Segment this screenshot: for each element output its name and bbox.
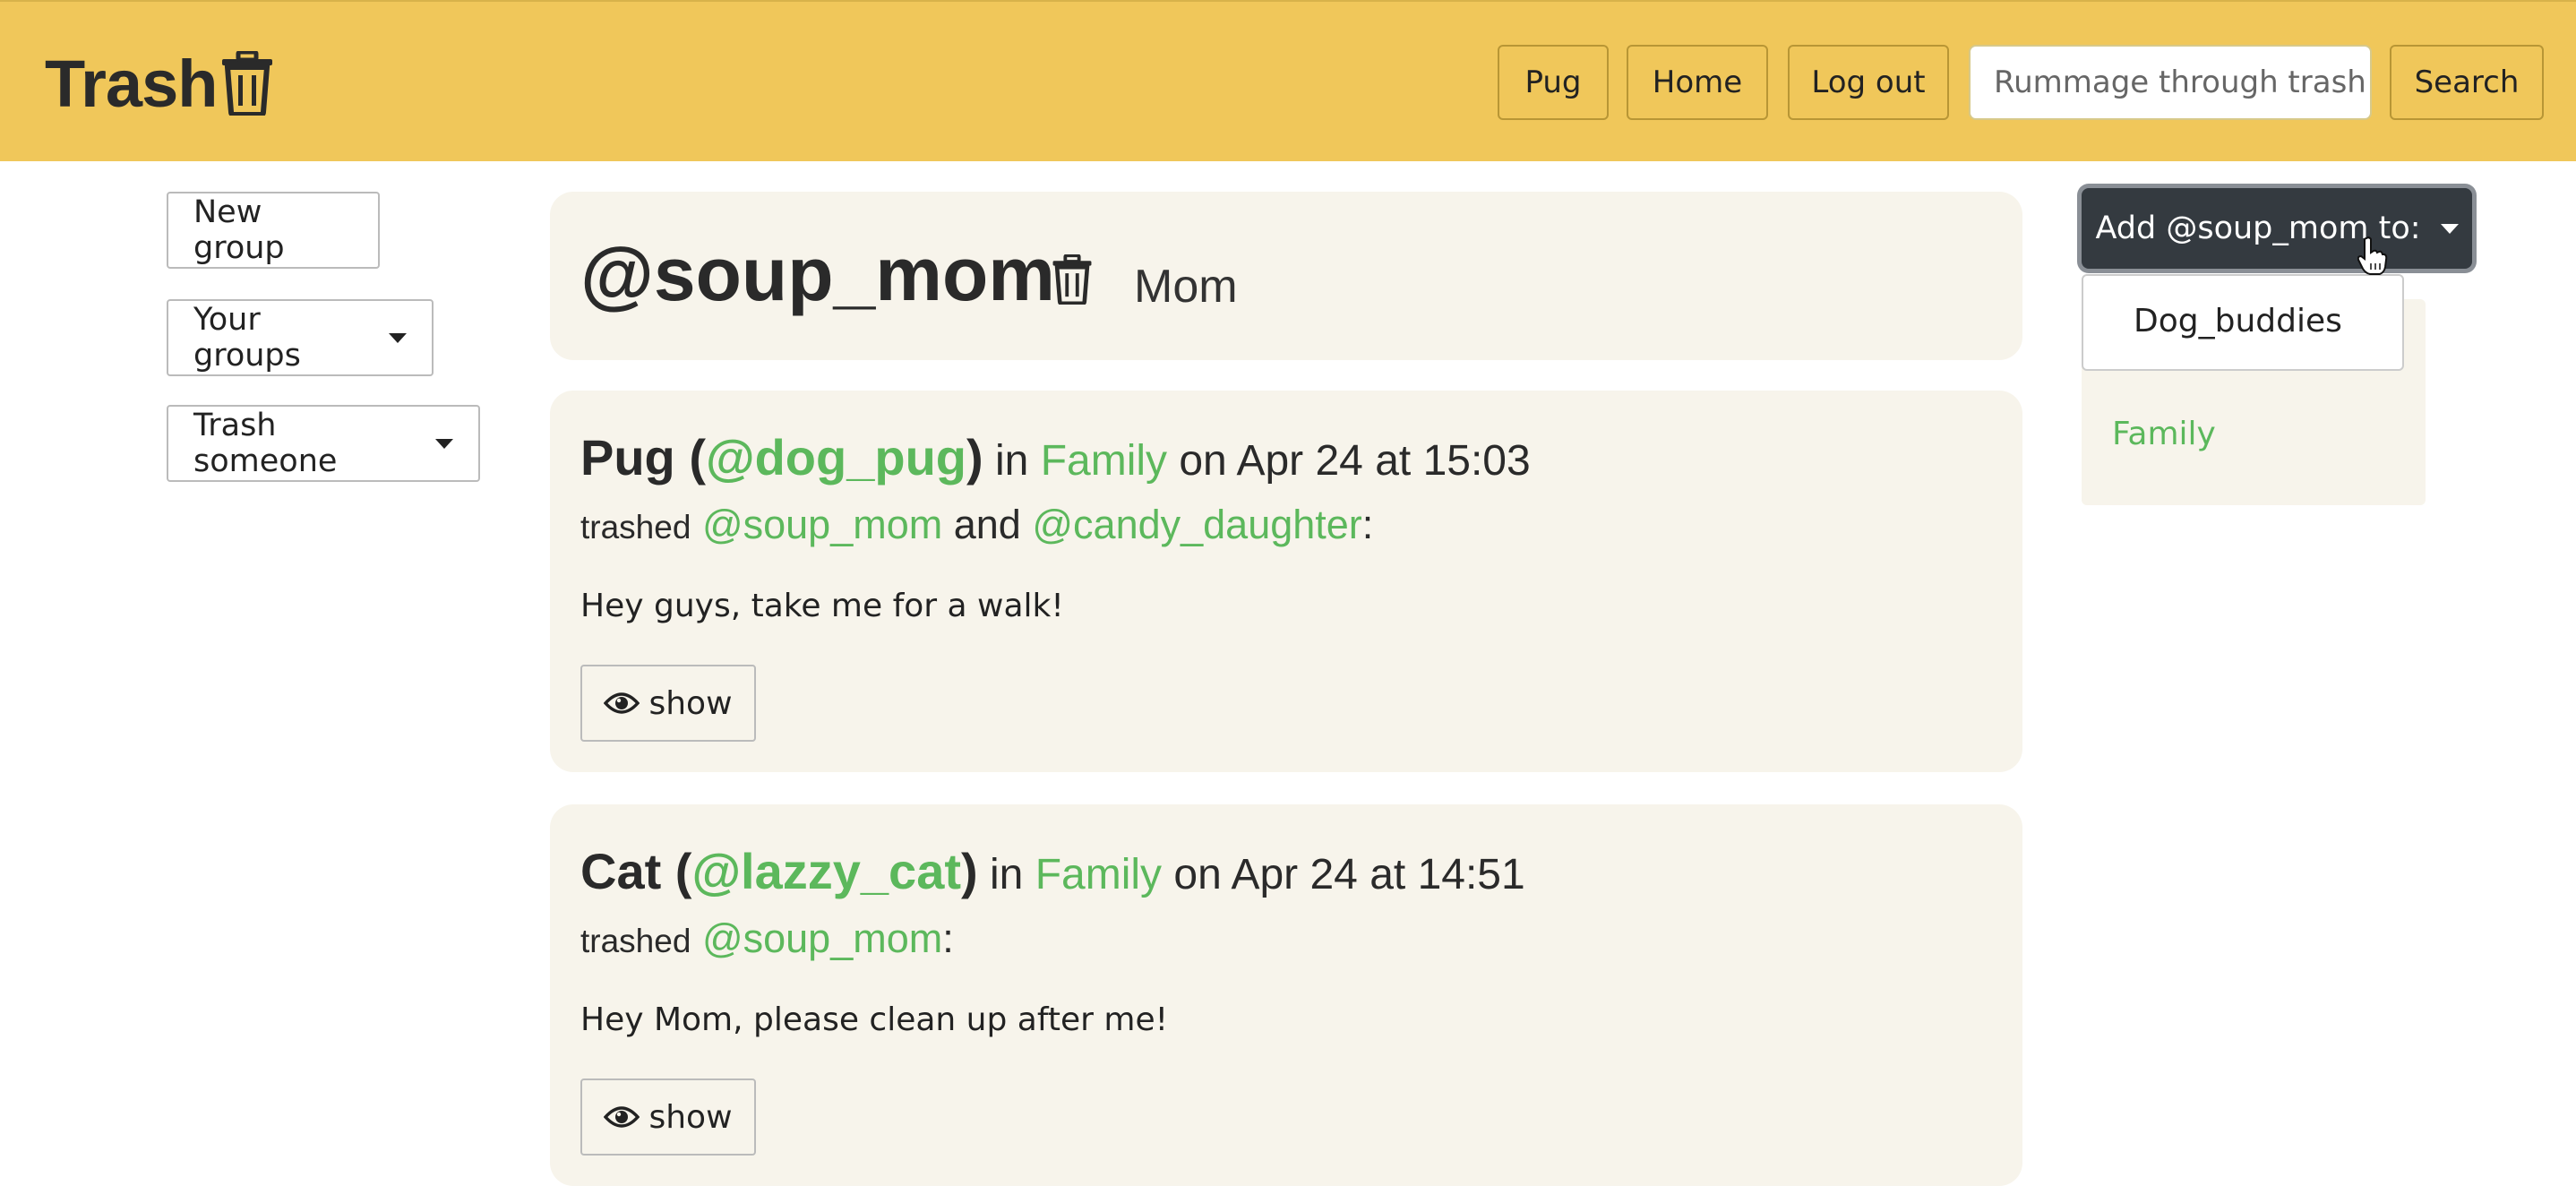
post-date: on Apr 24 at 15:03 bbox=[1179, 437, 1531, 485]
target-handle-link[interactable]: @soup_mom bbox=[702, 502, 942, 547]
trash-someone-label: Trash someone bbox=[193, 408, 338, 479]
brand-logo[interactable]: Trash bbox=[45, 45, 274, 122]
post-author-handle[interactable]: @lazzy_cat bbox=[691, 843, 961, 899]
search-button[interactable]: Search bbox=[2390, 45, 2544, 120]
search-input[interactable]: Rummage through trash bbox=[1969, 45, 2372, 120]
eye-icon bbox=[604, 692, 640, 714]
trashed-label: trashed bbox=[580, 923, 691, 959]
targets-joiner: and bbox=[953, 502, 1021, 547]
trash-someone-dropdown[interactable]: Trash someone bbox=[167, 405, 480, 482]
post-in-label: in bbox=[990, 851, 1024, 898]
post-author: Cat bbox=[580, 843, 662, 899]
show-label: show bbox=[648, 1098, 733, 1136]
new-group-button[interactable]: New group bbox=[167, 192, 380, 269]
post-author-handle[interactable]: @dog_pug bbox=[706, 429, 966, 485]
profile-header-card: @soup_mom Mom bbox=[550, 192, 2022, 360]
show-button[interactable]: show bbox=[580, 665, 756, 742]
caret-down-icon bbox=[2440, 223, 2459, 234]
target-handle-link[interactable]: @candy_daughter bbox=[1032, 502, 1361, 547]
caret-down-icon bbox=[389, 332, 407, 343]
trash-can-icon bbox=[222, 51, 273, 116]
post-body: Hey guys, take me for a walk! bbox=[580, 588, 1064, 624]
trash-user-icon[interactable] bbox=[1052, 254, 1093, 305]
dropdown-item-dog-buddies[interactable]: Dog_buddies bbox=[2134, 303, 2342, 339]
navbar: Trash Pug Home Log out Rummage through t… bbox=[0, 0, 2576, 161]
your-groups-dropdown[interactable]: Your groups bbox=[167, 299, 434, 376]
post-header: Cat (@lazzy_cat) in Family on Apr 24 at … bbox=[580, 843, 1525, 899]
post-date: on Apr 24 at 14:51 bbox=[1173, 851, 1525, 898]
post-targets: trashed @soup_mom: bbox=[580, 915, 954, 961]
nav-pug-button[interactable]: Pug bbox=[1498, 45, 1609, 120]
post-targets: trashed @soup_mom and @candy_daughter: bbox=[580, 502, 1374, 547]
post-header: Pug (@dog_pug) in Family on Apr 24 at 15… bbox=[580, 429, 1531, 485]
show-label: show bbox=[648, 684, 733, 722]
post-body: Hey Mom, please clean up after me! bbox=[580, 1001, 1169, 1038]
group-link-family[interactable]: Family bbox=[2112, 416, 2216, 452]
nav-logout-button[interactable]: Log out bbox=[1788, 45, 1949, 120]
profile-display-name: Mom bbox=[1134, 261, 1238, 313]
post-author: Pug bbox=[580, 429, 675, 485]
add-to-group-dropdown[interactable]: Add @soup_mom to: bbox=[2082, 188, 2472, 269]
your-groups-label: Your groups bbox=[193, 302, 301, 374]
post-card: Cat (@lazzy_cat) in Family on Apr 24 at … bbox=[550, 804, 2022, 1186]
nav-home-button[interactable]: Home bbox=[1627, 45, 1768, 120]
post-group-link[interactable]: Family bbox=[1041, 437, 1167, 485]
caret-down-icon bbox=[435, 438, 453, 449]
profile-handle: @soup_mom bbox=[580, 232, 1055, 316]
eye-icon bbox=[604, 1106, 640, 1128]
brand-name: Trash bbox=[45, 46, 218, 121]
target-handle-link[interactable]: @soup_mom bbox=[702, 915, 942, 961]
add-to-dropdown-menu: Dog_buddies bbox=[2082, 274, 2404, 371]
show-button[interactable]: show bbox=[580, 1078, 756, 1156]
post-card: Pug (@dog_pug) in Family on Apr 24 at 15… bbox=[550, 391, 2022, 772]
hand-pointer-icon bbox=[2357, 236, 2388, 275]
trashed-label: trashed bbox=[580, 509, 691, 546]
post-group-link[interactable]: Family bbox=[1035, 851, 1162, 898]
post-in-label: in bbox=[994, 437, 1029, 485]
new-group-label: New group bbox=[193, 194, 285, 266]
